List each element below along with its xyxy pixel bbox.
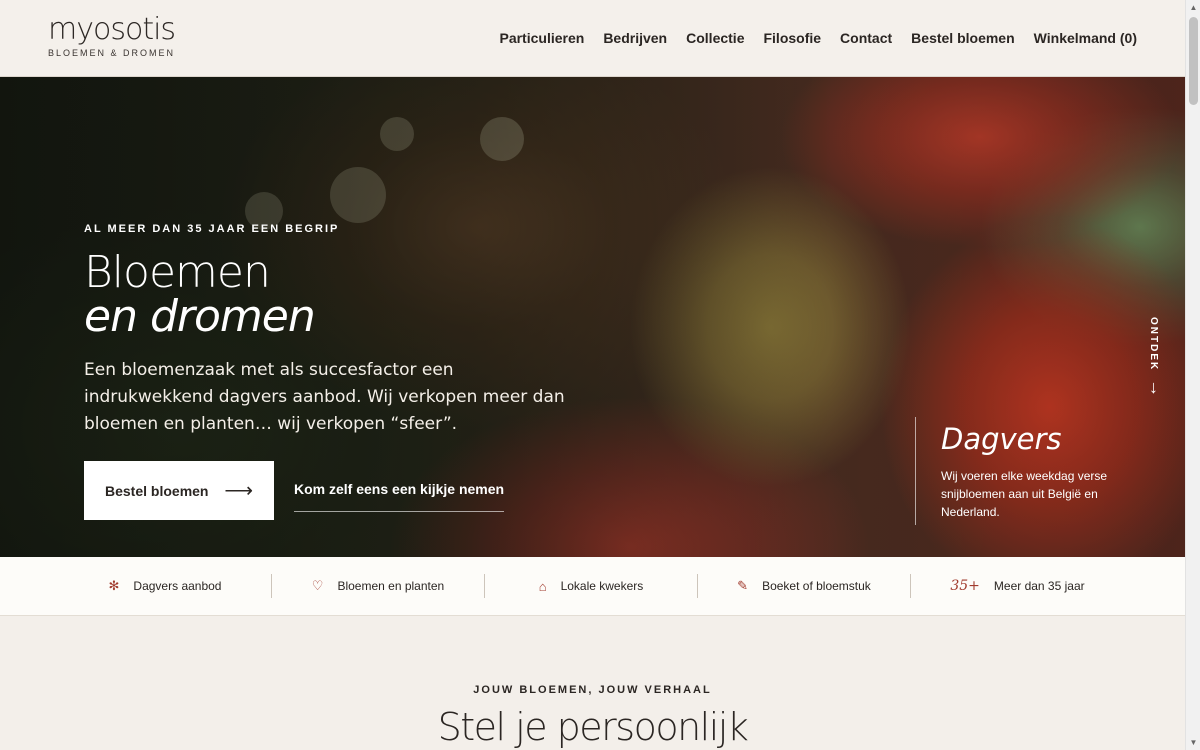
page-scrollbar[interactable]: ▲ ▼ [1185,0,1200,750]
nav-filosofie[interactable]: Filosofie [763,30,821,46]
hero-section: AL MEER DAN 35 JAAR EEN BEGRIP Bloemen e… [0,77,1185,557]
feature-item: ✻ Dagvers aanbod [59,574,272,598]
feature-item: ♡ Bloemen en planten [272,574,485,598]
arrow-down-icon[interactable]: ↓ [1149,377,1158,398]
asterisk-icon: ✻ [108,578,120,593]
nav-bedrijven[interactable]: Bedrijven [603,30,667,46]
section-eyebrow: JOUW BLOEMEN, JOUW VERHAAL [473,684,712,696]
nav-bestel-bloemen[interactable]: Bestel bloemen [911,30,1014,46]
scroll-down-icon[interactable]: ▼ [1186,735,1200,750]
dagvers-title: Dagvers [941,422,1062,456]
pencil-icon: ✎ [737,578,749,593]
visit-store-link[interactable]: Kom zelf eens een kijkje nemen [294,481,505,512]
nav-collectie[interactable]: Collectie [686,30,744,46]
scrollbar-thumb[interactable] [1189,17,1198,105]
discover-label[interactable]: ONTDEK [1148,317,1159,371]
logo[interactable]: myosotis BLOEMEN & DROMEN [48,12,176,59]
feature-label: Bloemen en planten [337,579,445,593]
hero-title-line2: en dromen [84,291,316,342]
main-nav: Particulieren Bedrijven Collectie Filoso… [499,30,1137,46]
section-title: Stel je persoonlijk [437,705,749,749]
logo-tagline: BLOEMEN & DROMEN [48,48,176,58]
nav-contact[interactable]: Contact [840,30,892,46]
nav-particulieren[interactable]: Particulieren [499,30,584,46]
logo-wordmark: myosotis [48,12,176,47]
feature-label: Lokale kwekers [560,579,644,593]
heart-icon: ♡ [311,578,324,593]
scroll-up-icon[interactable]: ▲ [1186,0,1200,15]
order-flowers-label: Bestel bloemen [105,482,209,499]
dagvers-text: Wij voeren elke weekdag verse snijbloeme… [941,469,1108,519]
feature-label: Dagvers aanbod [133,579,222,593]
feature-label: Boeket of bloemstuk [762,579,871,593]
years-badge-icon: 35+ [950,578,980,594]
hero-intro: Een bloemenzaak met als succesfactor een… [84,360,565,434]
nav-winkelmand[interactable]: Winkelmand (0) [1034,30,1137,46]
feature-item: ⌂ Lokale kwekers [485,574,698,598]
feature-item: 35+ Meer dan 35 jaar [911,574,1124,598]
dagvers-card: Dagvers Wij voeren elke weekdag verse sn… [915,417,1141,525]
site-header: myosotis BLOEMEN & DROMEN Particulieren … [0,0,1185,77]
arrow-right-icon: ⟶ [224,480,253,502]
feature-item: ✎ Boeket of bloemstuk [698,574,911,598]
order-flowers-button[interactable]: Bestel bloemen ⟶ [84,461,274,520]
features-strip: ✻ Dagvers aanbod ♡ Bloemen en planten ⌂ … [0,557,1185,616]
house-icon: ⌂ [538,578,547,594]
hero-eyebrow: AL MEER DAN 35 JAAR EEN BEGRIP [84,223,340,235]
feature-label: Meer dan 35 jaar [993,579,1085,593]
